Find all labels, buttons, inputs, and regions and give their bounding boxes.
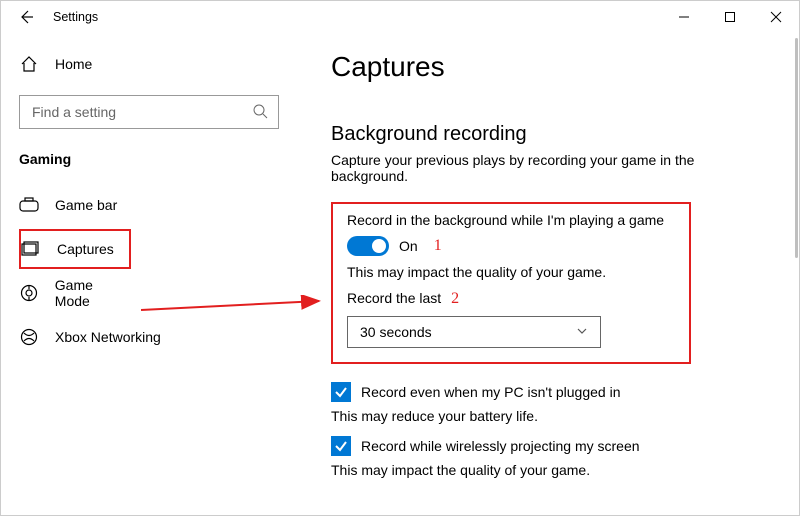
record-bg-toggle[interactable] [347,236,389,256]
record-last-label: Record the last [347,290,441,306]
back-button[interactable] [11,8,41,26]
record-wireless-checkbox[interactable] [331,436,351,456]
annotation-box: Record in the background while I'm playi… [331,202,691,364]
record-wireless-label: Record while wirelessly projecting my sc… [361,438,640,454]
toggle-knob [372,239,386,253]
sidebar: Home Gaming Game bar Captures Game [1,33,301,517]
toggle-note: This may impact the quality of your game… [347,264,675,280]
sidebar-item-captures[interactable]: Captures [19,229,131,269]
gamebar-icon [19,197,39,213]
record-bg-label: Record in the background while I'm playi… [347,212,675,228]
search-icon [252,103,268,122]
minimize-button[interactable] [661,1,707,33]
window-title: Settings [41,10,98,24]
record-unplugged-note: This may reduce your battery life. [331,408,779,424]
maximize-button[interactable] [707,1,753,33]
sidebar-item-gamemode[interactable]: Game Mode [19,273,131,313]
home-icon [19,55,39,73]
scrollbar[interactable] [795,38,798,258]
record-last-dropdown[interactable]: 30 seconds [347,316,601,348]
sidebar-home-label: Home [55,56,92,72]
titlebar: Settings [1,1,799,33]
record-unplugged-label: Record even when my PC isn't plugged in [361,384,620,400]
sidebar-section-label: Gaming [19,151,301,167]
annotation-1: 1 [434,237,442,255]
page-title: Captures [331,51,779,83]
window-controls [661,1,799,33]
captures-icon [21,241,41,257]
sidebar-item-label: Xbox Networking [55,329,161,345]
group-title: Background recording [331,123,779,146]
sidebar-item-label: Game bar [55,197,117,213]
xbox-icon [19,328,39,346]
sidebar-item-label: Captures [57,241,114,257]
sidebar-item-label: Game Mode [55,277,131,309]
sidebar-item-gamebar[interactable]: Game bar [19,185,131,225]
chevron-down-icon [576,324,588,340]
gamemode-icon [19,284,39,302]
record-wireless-note: This may impact the quality of your game… [331,462,779,478]
sidebar-home[interactable]: Home [19,49,301,79]
annotation-2: 2 [451,290,459,308]
content: Home Gaming Game bar Captures Game [1,33,799,517]
toggle-state-label: On [399,238,418,254]
close-button[interactable] [753,1,799,33]
search-input[interactable] [19,95,279,129]
dropdown-value: 30 seconds [360,324,432,340]
group-description: Capture your previous plays by recording… [331,152,751,184]
record-unplugged-checkbox[interactable] [331,382,351,402]
search-field[interactable] [30,103,252,121]
main-panel: Captures Background recording Capture yo… [301,33,799,517]
